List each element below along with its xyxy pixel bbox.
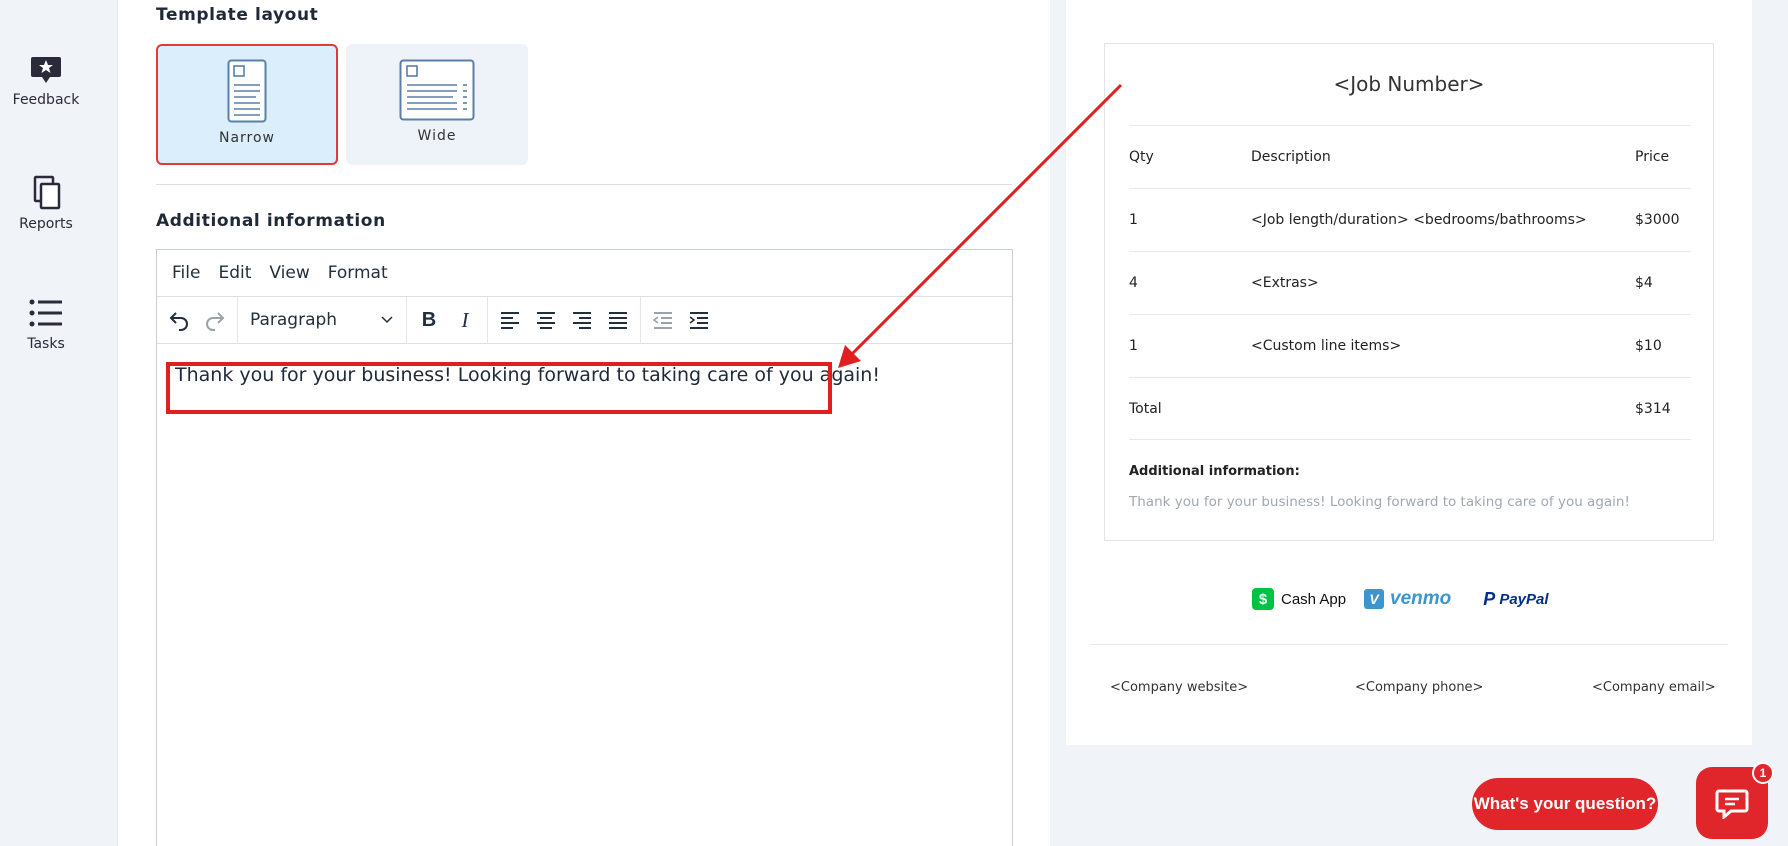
menu-file[interactable]: File bbox=[172, 263, 200, 283]
undo-icon bbox=[169, 312, 188, 331]
tasks-icon bbox=[29, 299, 62, 327]
row-price: $10 bbox=[1635, 338, 1662, 354]
total-row: Total $314 bbox=[1129, 377, 1691, 440]
menu-edit[interactable]: Edit bbox=[218, 263, 251, 283]
invoice-card: <Job Number> Qty Description Price 1 <Jo… bbox=[1104, 43, 1714, 541]
reports-icon bbox=[33, 175, 61, 210]
template-layout-title: Template layout bbox=[156, 5, 319, 25]
sidebar-item-label: Tasks bbox=[27, 336, 65, 352]
align-left-button[interactable] bbox=[492, 302, 528, 338]
footer-company-email: <Company email> bbox=[1592, 680, 1716, 695]
section-divider bbox=[156, 184, 1012, 185]
layout-option-wide[interactable]: Wide bbox=[346, 44, 528, 165]
sidebar-item-feedback[interactable]: Feedback bbox=[0, 52, 92, 108]
payment-methods: $ Cash App V venmo P PayPal bbox=[1252, 584, 1567, 614]
invoice-additional-text: Thank you for your business! Looking for… bbox=[1129, 494, 1630, 510]
italic-icon: I bbox=[461, 307, 469, 332]
indent-icon bbox=[689, 312, 708, 329]
italic-button[interactable]: I bbox=[447, 302, 483, 338]
indent-button[interactable] bbox=[681, 302, 717, 338]
payment-venmo: V venmo bbox=[1364, 588, 1451, 610]
invoice-title: <Job Number> bbox=[1333, 72, 1485, 96]
total-value: $314 bbox=[1635, 401, 1671, 417]
paypal-icon: P bbox=[1483, 588, 1496, 609]
row-description: <Extras> bbox=[1251, 275, 1319, 291]
editor-content-area[interactable]: Thank you for your business! Looking for… bbox=[157, 344, 1012, 844]
editor-toolbar: Paragraph B I bbox=[157, 296, 1012, 344]
chat-notification-badge: 1 bbox=[1752, 762, 1774, 784]
cashapp-icon: $ bbox=[1252, 588, 1274, 610]
additional-information-title: Additional information bbox=[156, 211, 386, 231]
outdent-icon bbox=[652, 312, 672, 329]
venmo-label: venmo bbox=[1390, 588, 1452, 609]
row-price: $3000 bbox=[1635, 212, 1680, 228]
layout-option-narrow[interactable]: Narrow bbox=[156, 44, 338, 165]
row-qty: 1 bbox=[1129, 212, 1138, 228]
menu-view[interactable]: View bbox=[269, 263, 309, 283]
sidebar: Feedback Reports Tasks bbox=[0, 0, 118, 846]
wide-layout-icon bbox=[399, 59, 475, 121]
redo-button[interactable] bbox=[197, 302, 233, 338]
invoice-preview-panel: <Job Number> Qty Description Price 1 <Jo… bbox=[1066, 0, 1752, 745]
payment-paypal: P PayPal bbox=[1483, 589, 1548, 610]
row-qty: 1 bbox=[1129, 338, 1138, 354]
layout-option-label: Narrow bbox=[218, 130, 276, 146]
payment-cashapp: $ Cash App bbox=[1252, 588, 1346, 610]
align-right-icon bbox=[573, 312, 591, 329]
align-right-button[interactable] bbox=[564, 302, 600, 338]
menu-format[interactable]: Format bbox=[328, 263, 388, 283]
column-header-description: Description bbox=[1251, 149, 1331, 165]
table-row: 1 <Job length/duration> <bedrooms/bathro… bbox=[1129, 188, 1691, 251]
total-label: Total bbox=[1129, 401, 1162, 417]
editor-content-text[interactable]: Thank you for your business! Looking for… bbox=[175, 364, 880, 386]
row-description: <Custom line items> bbox=[1251, 338, 1402, 354]
table-row: 4 <Extras> $4 bbox=[1129, 251, 1691, 314]
chevron-down-icon bbox=[381, 316, 393, 324]
narrow-layout-icon bbox=[227, 59, 267, 123]
block-format-select[interactable]: Paragraph bbox=[242, 302, 402, 338]
cashapp-label: Cash App bbox=[1281, 590, 1347, 608]
sidebar-item-label: Reports bbox=[19, 216, 73, 232]
chat-icon bbox=[1715, 789, 1749, 819]
align-center-button[interactable] bbox=[528, 302, 564, 338]
redo-icon bbox=[206, 312, 225, 331]
venmo-icon: V bbox=[1364, 589, 1385, 609]
undo-button[interactable] bbox=[161, 302, 197, 338]
align-justify-icon bbox=[609, 312, 627, 329]
feedback-icon bbox=[31, 57, 61, 83]
invoice-additional-label: Additional information: bbox=[1129, 464, 1300, 479]
chat-prompt-bubble[interactable]: What's your question? bbox=[1472, 778, 1658, 830]
column-header-qty: Qty bbox=[1129, 149, 1154, 165]
row-price: $4 bbox=[1635, 275, 1653, 291]
column-header-price: Price bbox=[1635, 149, 1670, 165]
sidebar-item-label: Feedback bbox=[12, 92, 80, 108]
row-description: <Job length/duration> <bedrooms/bathroom… bbox=[1251, 212, 1587, 228]
sidebar-item-reports[interactable]: Reports bbox=[0, 174, 92, 232]
footer-company-website: <Company website> bbox=[1110, 680, 1249, 695]
rich-text-editor: File Edit View Format Paragraph B I Than… bbox=[156, 249, 1013, 846]
table-row: 1 <Custom line items> $10 bbox=[1129, 314, 1691, 377]
align-left-icon bbox=[501, 312, 519, 329]
align-center-icon bbox=[537, 312, 555, 329]
footer-divider bbox=[1090, 644, 1728, 645]
outdent-button[interactable] bbox=[645, 302, 681, 338]
sidebar-item-tasks[interactable]: Tasks bbox=[0, 296, 92, 352]
align-justify-button[interactable] bbox=[600, 302, 636, 338]
layout-option-label: Wide bbox=[417, 128, 457, 144]
bold-icon: B bbox=[421, 308, 437, 331]
block-format-value: Paragraph bbox=[250, 310, 338, 330]
footer-company-phone: <Company phone> bbox=[1355, 680, 1484, 695]
paypal-label: PayPal bbox=[1499, 590, 1549, 608]
editor-menubar: File Edit View Format bbox=[157, 250, 1012, 297]
table-header-row: Qty Description Price bbox=[1129, 125, 1691, 188]
bold-button[interactable]: B bbox=[411, 302, 447, 338]
row-qty: 4 bbox=[1129, 275, 1138, 291]
template-settings-panel: Template layout Narrow Wide Additional i… bbox=[118, 0, 1050, 846]
